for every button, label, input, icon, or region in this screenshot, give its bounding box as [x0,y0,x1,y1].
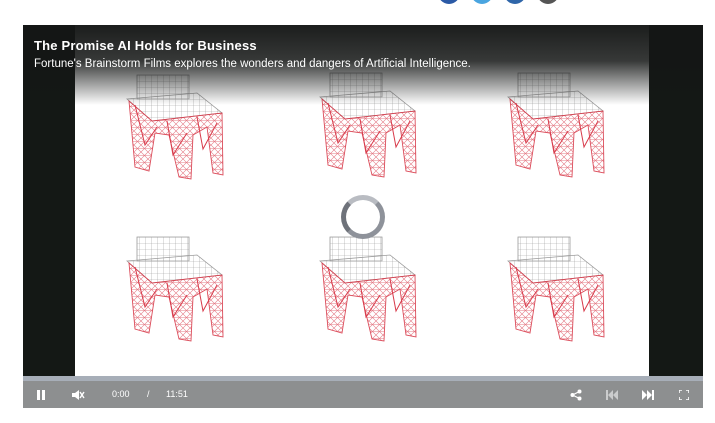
share-dot-3[interactable] [504,0,526,4]
time-separator: / [147,389,150,399]
share-buttons-row [438,0,559,4]
previous-icon[interactable] [604,381,620,408]
loading-spinner-icon [341,195,385,239]
control-bar: 0:00 / 11:51 [23,381,703,408]
pause-icon[interactable] [33,381,49,408]
share-dot-2[interactable] [471,0,493,4]
duration: 11:51 [166,389,188,399]
share-icon[interactable] [568,381,584,408]
title-overlay: The Promise AI Holds for Business Fortun… [23,25,703,105]
share-dot-1[interactable] [438,0,460,4]
fullscreen-icon[interactable] [676,381,692,408]
muted-speaker-icon[interactable] [69,381,87,408]
video-player[interactable]: The Promise AI Holds for Business Fortun… [23,25,703,408]
next-icon[interactable] [640,381,656,408]
share-dot-4[interactable] [537,0,559,4]
video-subtitle: Fortune's Brainstorm Films explores the … [34,58,471,70]
current-time: 0:00 [112,389,130,399]
video-title: The Promise AI Holds for Business [34,38,257,53]
